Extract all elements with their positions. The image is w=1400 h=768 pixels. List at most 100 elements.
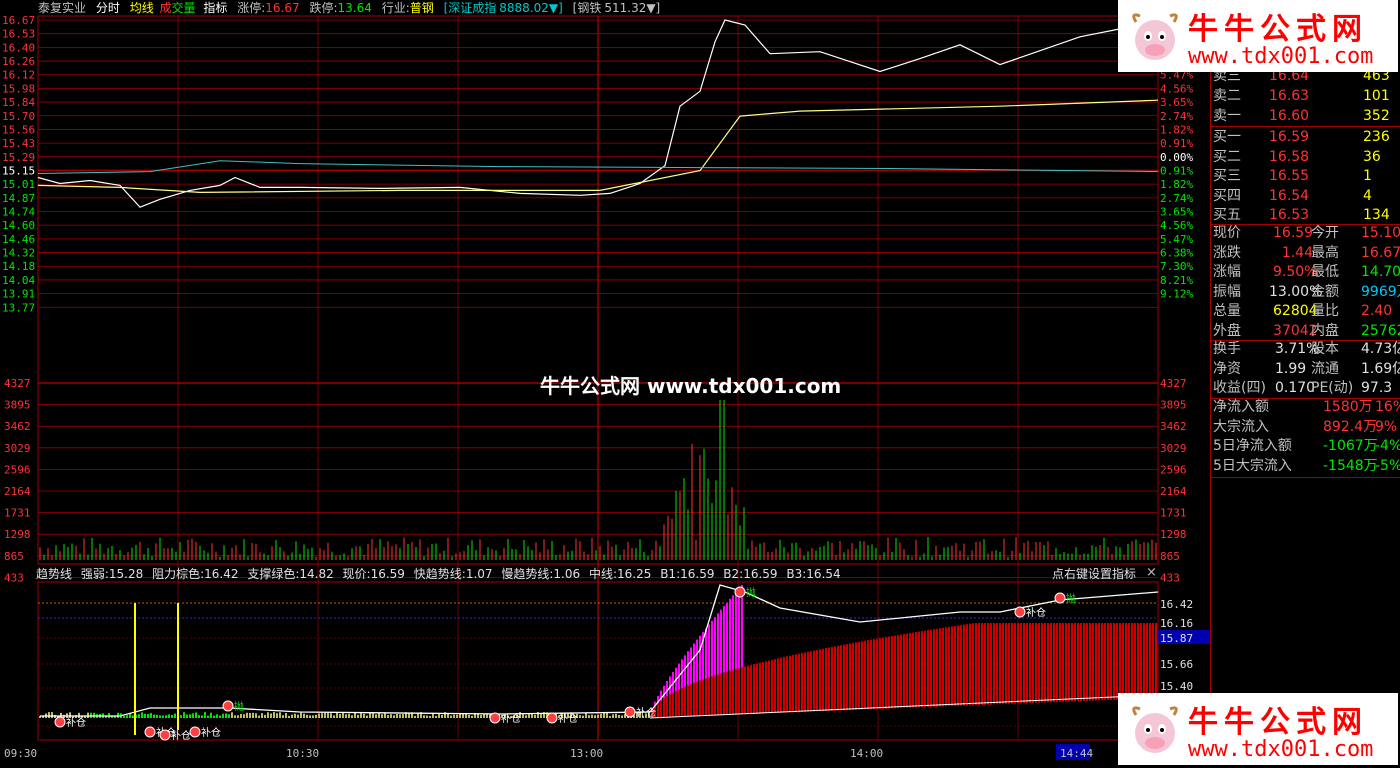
pct-axis-label: 4.56% — [1160, 82, 1193, 95]
panel-value: 现价 — [1213, 225, 1241, 241]
stock-name: 泰复实业 — [38, 1, 87, 15]
volume-axis-label-right: 4327 — [1160, 377, 1187, 390]
indicator-marker-label: 补仓 — [1026, 606, 1046, 619]
indicator-marker-label: 补仓 — [66, 716, 86, 729]
panel-value: 今开 — [1311, 225, 1339, 241]
index-name[interactable]: [深证成指 — [444, 1, 497, 15]
time-axis-label: 13:00 — [570, 747, 603, 760]
panel-value: 1.99 — [1275, 360, 1307, 377]
pct-axis-label: 2.74% — [1160, 192, 1193, 205]
panel-value: 0.170 — [1275, 380, 1316, 396]
pct-axis-label: 1.82% — [1160, 123, 1193, 136]
panel-value: 5日净流入额 — [1213, 438, 1292, 454]
marker-ball-icon — [54, 716, 66, 728]
time-axis-label: 14:44 — [1060, 747, 1093, 760]
cow-logo-icon — [1132, 706, 1178, 753]
volume-axis-label-right: 1731 — [1160, 507, 1187, 520]
price-axis-label: 16.40 — [2, 41, 35, 54]
panel-value: 236 — [1363, 129, 1390, 145]
panel-value: 卖一 — [1213, 108, 1241, 124]
indicator-settings-hint[interactable]: 点右键设置指标 — [1052, 566, 1136, 582]
panel-value: 101 — [1363, 88, 1390, 104]
panel-value: 4.73亿 — [1361, 341, 1400, 357]
price-axis-label: 14.60 — [2, 219, 35, 232]
tab-fenshi[interactable]: 分时 — [96, 1, 120, 15]
panel-value: 1.44 — [1281, 244, 1313, 261]
indicator-zhicheng: 支撑绿色:14.82 — [247, 567, 334, 581]
pct-axis-label: 2.74% — [1160, 110, 1193, 123]
tab-chengjiaoliang[interactable]: 成交量 — [160, 1, 196, 15]
panel-value: 1 — [1363, 168, 1372, 184]
tab-zhibiao[interactable]: 指标 — [203, 1, 227, 15]
volume-axis-label-right: 2164 — [1160, 485, 1187, 498]
indicator-b2: B2:16.59 — [723, 567, 778, 581]
marker-ball-icon — [734, 586, 746, 598]
volume-axis-label-left: 865 — [4, 550, 24, 563]
time-axis-label: 10:30 — [286, 747, 319, 760]
panel-value: 大宗流入 — [1213, 418, 1269, 435]
cow-logo-icon — [1132, 13, 1178, 60]
watermark-bottom-title: 牛牛公式网 — [1188, 705, 1368, 740]
index-value[interactable]: 8888.02▼] — [499, 1, 563, 15]
panel-value: 5日大宗流入 — [1213, 457, 1292, 474]
volume-axis-label-left: 4327 — [4, 377, 31, 390]
watermark-bottom: 牛牛公式网 www.tdx001.com — [1118, 693, 1398, 765]
indicator-axis-label: 16.42 — [1160, 598, 1193, 611]
volume-axis-label-right: 3462 — [1160, 420, 1187, 433]
zhangting-value: 16.67 — [265, 1, 300, 15]
close-icon[interactable]: × — [1146, 565, 1157, 581]
panel-value: 9969万 — [1361, 283, 1400, 300]
panel-value: 净资 — [1213, 360, 1241, 377]
price-axis-label: 15.01 — [2, 178, 35, 191]
panel-value: 15.10 — [1361, 225, 1400, 241]
indicator-header-bar: 趋势线 强弱:15.28 阻力棕色:16.42 支撑绿色:14.82 现价:16… — [36, 566, 1156, 582]
volume-axis-label-right: 865 — [1160, 550, 1180, 563]
volume-axis-label-left: 3895 — [4, 399, 31, 412]
marker-ball-icon — [546, 712, 558, 724]
indicator-b1: B1:16.59 — [660, 567, 715, 581]
pct-axis-label: 5.47% — [1160, 233, 1193, 246]
volume-axis-label-left: 2164 — [4, 485, 31, 498]
panel-value: 振幅 — [1213, 283, 1241, 300]
sector-name[interactable]: [钢铁 — [573, 1, 602, 15]
indicator-axis-label: 15.40 — [1160, 680, 1193, 693]
marker-ball-icon — [624, 706, 636, 718]
panel-value: 16.54 — [1269, 187, 1310, 204]
indicator-marker-label: 抛 — [1066, 592, 1076, 605]
panel-value: 最高 — [1311, 244, 1339, 261]
volume-axis-label-right: 3895 — [1160, 399, 1187, 412]
volume-axis-label-left: 3462 — [4, 420, 31, 433]
pct-axis-label: 0.00% — [1160, 151, 1193, 164]
panel-value: 买四 — [1213, 187, 1241, 204]
price-axis-label: 16.26 — [2, 55, 35, 68]
volume-axis-label-right: 433 — [1160, 571, 1180, 584]
price-axis-label: 15.29 — [2, 151, 35, 164]
volume-axis-label-left: 433 — [4, 571, 24, 584]
tab-chengjiaoliang-b: 交量 — [171, 1, 196, 15]
volume-axis-label-right: 3029 — [1160, 442, 1187, 455]
panel-value: 892.4万 — [1323, 418, 1378, 435]
indicator-marker-label: 补仓 — [201, 726, 221, 739]
volume-axis-label-left: 2596 — [4, 463, 31, 476]
price-axis-label: 15.70 — [2, 110, 35, 123]
sector-value[interactable]: 511.32▼] — [604, 1, 660, 15]
pct-axis-label: 6.38% — [1160, 247, 1193, 260]
watermark-top: 牛牛公式网 www.tdx001.com — [1118, 0, 1398, 72]
panel-value: 16.63 — [1269, 88, 1310, 104]
hangye-value[interactable]: 普钢 — [410, 1, 434, 15]
panel-value: -1548万 — [1323, 457, 1378, 474]
tab-junxian[interactable]: 均线 — [130, 1, 154, 15]
panel-value: -1067万 — [1323, 438, 1378, 454]
panel-value: 买三 — [1213, 168, 1241, 184]
panel-value: 1580万 — [1323, 399, 1373, 415]
indicator-name[interactable]: 趋势线 — [36, 567, 72, 581]
panel-value: 最低 — [1311, 264, 1339, 280]
time-axis-label: 14:00 — [850, 747, 883, 760]
panel-value: 16.55 — [1269, 168, 1310, 184]
indicator-kuai: 快趋势线:1.07 — [413, 567, 493, 581]
panel-value: 37042 — [1273, 322, 1318, 339]
indicator-axis-label: 16.16 — [1160, 617, 1193, 630]
pct-axis-label: 0.91% — [1160, 164, 1193, 177]
pct-axis-label: 4.56% — [1160, 219, 1193, 232]
panel-value: 9.50% — [1273, 264, 1318, 280]
